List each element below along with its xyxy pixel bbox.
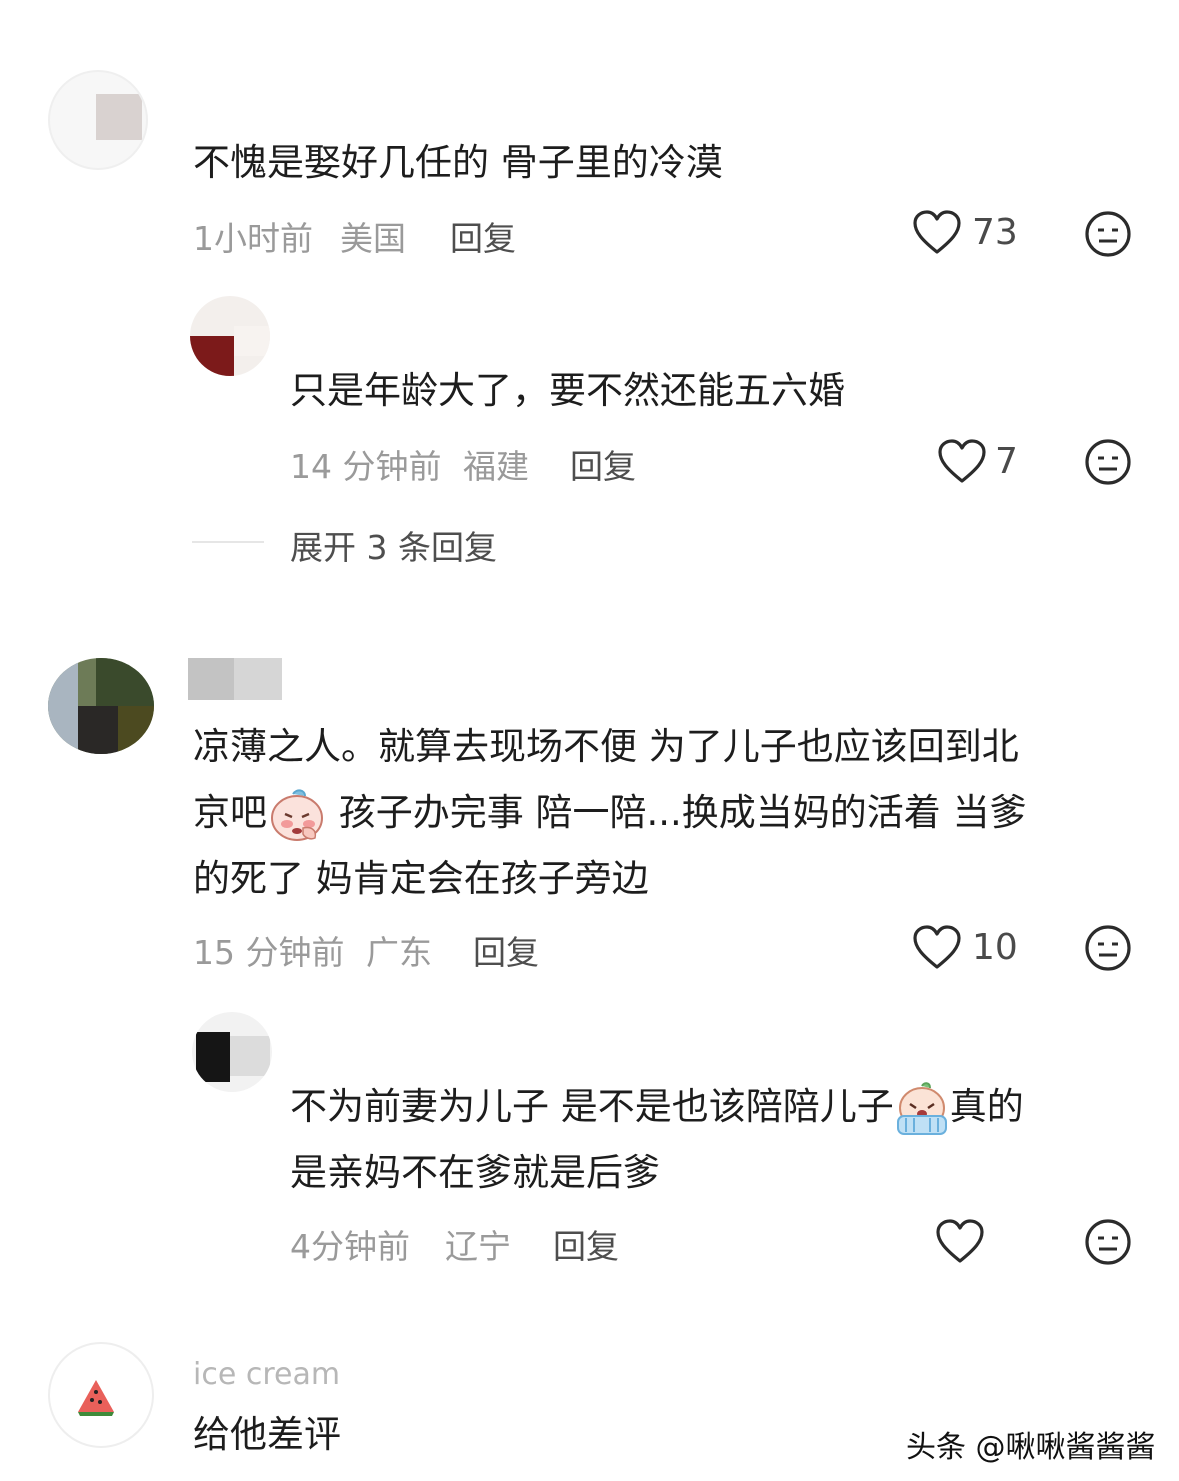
username-mosaic: [188, 658, 282, 700]
comment-text-line2: 京吧 孩子办完事 陪一陪...换成当妈的活着 当爹: [193, 780, 1027, 846]
comment-time: 15 分钟前: [193, 933, 345, 972]
comment-location: 美国: [340, 219, 406, 258]
comment-text-fragment: 京吧: [193, 791, 267, 834]
dislike-face-icon[interactable]: [1084, 210, 1132, 258]
comment-text-line3: 的死了 妈肯定会在孩子旁边: [193, 857, 649, 900]
avatar[interactable]: [48, 70, 148, 170]
watermark: 头条 @啾啾酱酱酱: [906, 1430, 1156, 1465]
expand-replies-button[interactable]: 展开 3 条回复: [290, 521, 497, 569]
like-count: 7: [995, 441, 1018, 482]
reply-button[interactable]: 回复: [570, 440, 636, 488]
dislike-face-icon[interactable]: [1084, 1218, 1132, 1266]
dislike-face-icon[interactable]: [1084, 924, 1132, 972]
comment-text: 给他差评: [193, 1413, 341, 1456]
like-count: 10: [972, 927, 1018, 968]
like-heart-icon[interactable]: [912, 210, 962, 256]
comment-text-line2: 是亲妈不在爹就是后爹: [290, 1151, 660, 1194]
username: ice cream: [193, 1360, 341, 1390]
comment-time: 14 分钟前: [290, 447, 442, 486]
comment-text-fragment: 真的: [949, 1085, 1024, 1128]
avatar[interactable]: [192, 1012, 272, 1092]
comment-time: 4分钟前: [290, 1227, 410, 1266]
avatar[interactable]: [190, 296, 270, 376]
username-mosaic: [290, 1034, 420, 1056]
comment-text: 只是年龄大了，要不然还能五六婚: [290, 369, 845, 412]
watermelon-icon: [78, 1380, 114, 1416]
like-heart-icon[interactable]: [935, 1219, 985, 1265]
avatar[interactable]: [48, 1342, 154, 1448]
like-count: 73: [972, 212, 1018, 253]
comment-text: 不愧是娶好几任的 骨子里的冷漠: [193, 141, 723, 184]
comment-location: 福建: [463, 447, 529, 486]
comment-location: 广东: [366, 933, 432, 972]
username-mosaic: [290, 318, 460, 342]
reply-button[interactable]: 回复: [553, 1220, 619, 1268]
dislike-face-icon[interactable]: [1084, 438, 1132, 486]
expand-divider: [192, 541, 264, 543]
comment-text-fragment: 不为前妻为儿子 是不是也该陪陪儿子: [290, 1085, 894, 1128]
reply-button[interactable]: 回复: [450, 212, 516, 260]
avatar[interactable]: [48, 658, 154, 754]
crying-emoji-icon: [896, 1081, 947, 1135]
pouting-emoji-icon: [271, 788, 323, 841]
comment-time: 1小时前: [193, 219, 313, 258]
comment-location: 辽宁: [445, 1227, 511, 1266]
like-heart-icon[interactable]: [912, 925, 962, 971]
comment-text-line1: 凉薄之人。就算去现场不便 为了儿子也应该回到北: [193, 725, 1019, 768]
like-heart-icon[interactable]: [937, 439, 987, 485]
comment-text-line1: 不为前妻为儿子 是不是也该陪陪儿子 真的: [290, 1074, 1024, 1140]
reply-button[interactable]: 回复: [473, 926, 539, 974]
comment-text-fragment: 孩子办完事 陪一陪...换成当妈的活着 当爹: [327, 791, 1027, 834]
